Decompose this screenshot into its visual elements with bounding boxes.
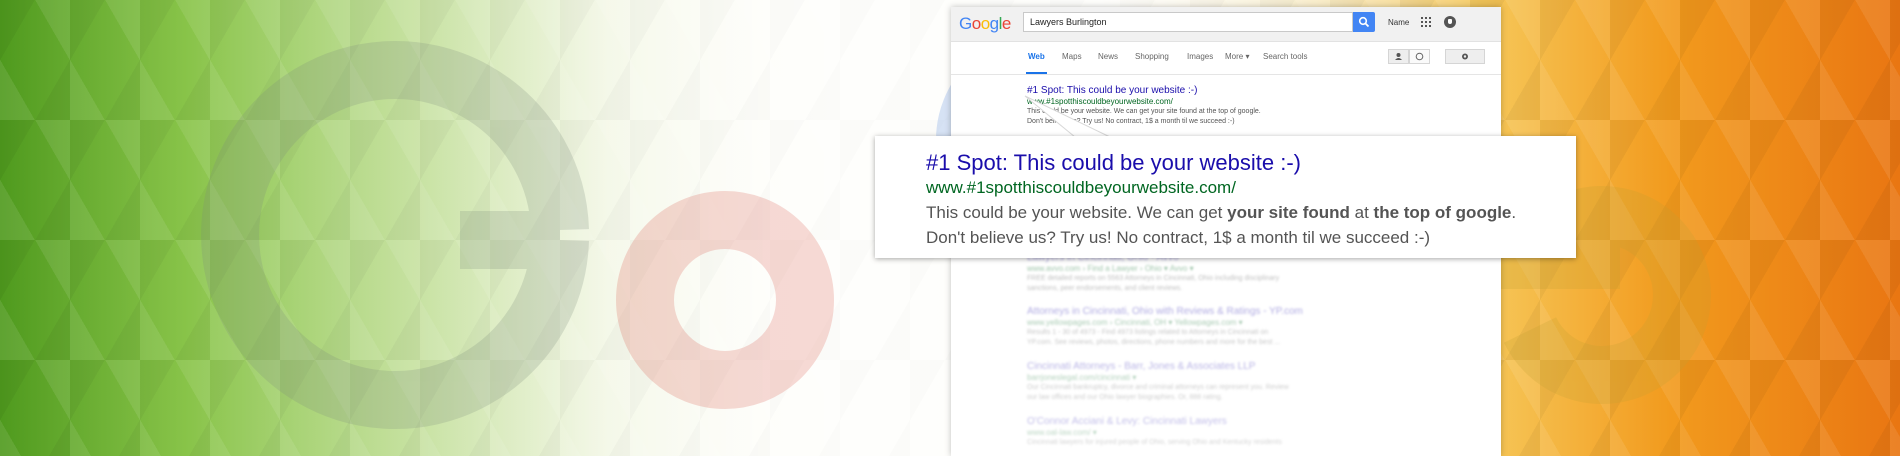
tab-web[interactable]: Web bbox=[1026, 52, 1047, 74]
result-snippet: Don't believe us? Try us! No contract, 1… bbox=[1027, 118, 1235, 125]
result-title[interactable]: O'Connor Acciani & Levy: Cincinnati Lawy… bbox=[1027, 416, 1327, 427]
result-title[interactable]: Cincinnati Attorneys - Barr, Jones & Ass… bbox=[1027, 361, 1327, 372]
callout-snippet: This could be your website. We can get y… bbox=[926, 201, 1576, 224]
callout-url[interactable]: www.#1spotthiscouldbeyourwebsite.com/ bbox=[926, 177, 1576, 199]
apps-grid-icon[interactable] bbox=[1421, 17, 1431, 27]
global-results-button[interactable] bbox=[1409, 49, 1430, 64]
snippet-bold: the top of google bbox=[1373, 203, 1512, 222]
globe-icon bbox=[1415, 52, 1424, 61]
result-snippet: Results 1 - 30 of 4973 - Find 4973 listi… bbox=[1027, 329, 1269, 336]
result-snippet: This could be your website. We can get y… bbox=[1027, 108, 1261, 115]
result-url[interactable]: barrjoneslegal.com/cincinnati ▾ bbox=[1027, 373, 1327, 382]
search-icon bbox=[1358, 16, 1370, 28]
snippet-text: This could be your website. We can get bbox=[926, 203, 1228, 222]
google-header: Google Lawyers Burlington Name bbox=[951, 7, 1501, 42]
list-item: Attorneys in Cincinnati, Ohio with Revie… bbox=[1027, 306, 1327, 347]
notifications-icon[interactable] bbox=[1444, 16, 1456, 28]
search-input[interactable]: Lawyers Burlington bbox=[1023, 12, 1353, 32]
tab-maps[interactable]: Maps bbox=[1062, 52, 1082, 61]
callout-snippet-line2: Don't believe us? Try us! No contract, 1… bbox=[926, 228, 1431, 247]
snippet-bold: your site found bbox=[1227, 203, 1350, 222]
result-title[interactable]: Attorneys in Cincinnati, Ohio with Revie… bbox=[1027, 306, 1327, 317]
gear-icon bbox=[1462, 53, 1468, 60]
top-result: #1 Spot: This could be your website :-) … bbox=[1027, 85, 1327, 126]
google-logo: Google bbox=[959, 14, 1011, 33]
list-item: Lawyers in Cincinnati, Ohio - Avvo www.a… bbox=[1027, 252, 1327, 293]
zoomed-result-callout: #1 Spot: This could be your website :-) … bbox=[875, 136, 1576, 258]
result-snippet: YP.com. See reviews, photos, directions,… bbox=[1027, 339, 1281, 346]
result-url[interactable]: www.oal-law.com/ ▾ bbox=[1027, 428, 1327, 437]
result-snippet: our law offices and our Ohio lawyer biog… bbox=[1027, 394, 1223, 401]
result-snippet: Cincinnati lawyers for injured people of… bbox=[1027, 439, 1282, 446]
tab-shopping[interactable]: Shopping bbox=[1135, 52, 1169, 61]
result-title[interactable]: #1 Spot: This could be your website :-) bbox=[1027, 85, 1327, 96]
person-icon bbox=[1395, 53, 1402, 60]
list-item: Cincinnati Attorneys - Barr, Jones & Ass… bbox=[1027, 361, 1327, 402]
tab-search-tools[interactable]: Search tools bbox=[1263, 52, 1307, 61]
user-name[interactable]: Name bbox=[1388, 18, 1409, 27]
search-button[interactable] bbox=[1353, 12, 1375, 32]
callout-title[interactable]: #1 Spot: This could be your website :-) bbox=[926, 150, 1576, 176]
personal-results-button[interactable] bbox=[1388, 49, 1409, 64]
result-url[interactable]: www.#1spotthiscouldbeyourwebsite.com/ bbox=[1027, 97, 1327, 106]
result-url[interactable]: www.avvo.com › Find a Lawyer › Ohio ▾ Av… bbox=[1027, 264, 1327, 273]
tab-more[interactable]: More ▾ bbox=[1225, 52, 1249, 61]
tab-images[interactable]: Images bbox=[1187, 52, 1213, 61]
snippet-text: . bbox=[1511, 203, 1517, 222]
result-url[interactable]: www.yellowpages.com › Cincinnati, OH ▾ Y… bbox=[1027, 318, 1327, 327]
snippet-text: at bbox=[1349, 203, 1374, 222]
search-tabs: Web Maps News Shopping Images More ▾ Sea… bbox=[951, 42, 1501, 75]
result-snippet: sanctions, peer endorsements, and client… bbox=[1027, 285, 1183, 292]
settings-button[interactable] bbox=[1445, 49, 1485, 64]
result-snippet: Our Cincinnati bankruptcy, divorce and c… bbox=[1027, 384, 1289, 391]
tab-news[interactable]: News bbox=[1098, 52, 1118, 61]
list-item: O'Connor Acciani & Levy: Cincinnati Lawy… bbox=[1027, 416, 1327, 447]
result-snippet: FREE detailed reports on 5563 Attorneys … bbox=[1027, 275, 1280, 282]
